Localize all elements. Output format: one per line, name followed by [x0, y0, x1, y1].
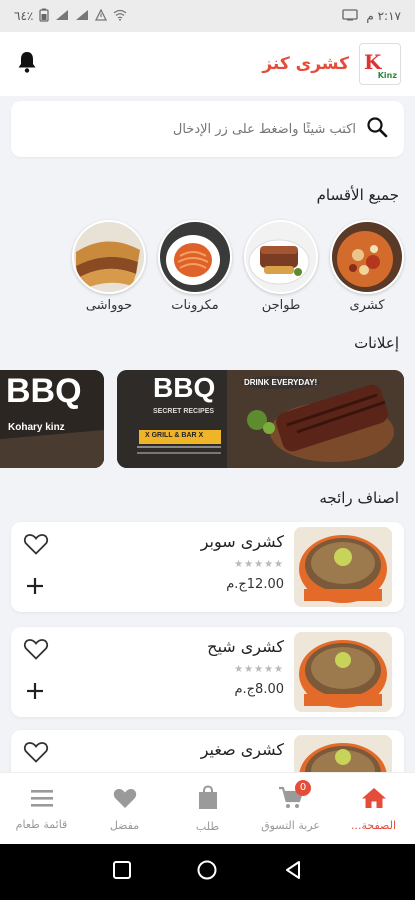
ad1-tagline: DRINK EVERYDAY! [241, 376, 321, 389]
ad2-title: BBQ [6, 372, 82, 410]
popular-title: اصناف رائجه [319, 489, 399, 507]
menu-icon [30, 787, 54, 812]
status-left: ٦٤٪ [14, 8, 127, 25]
ad1-bar: X GRILL & BAR X [145, 432, 204, 439]
category-image [158, 220, 232, 294]
app-logo: K Kinz [359, 43, 401, 85]
category-label: طواجن [261, 298, 301, 313]
add-icon[interactable] [25, 576, 45, 600]
ads-carousel[interactable]: BBQ SECRET RECIPES DRINK EVERYDAY! X GRI… [0, 370, 415, 468]
nav-label: الصفحة... [351, 818, 396, 832]
category-pasta[interactable]: مكرونات [157, 220, 233, 313]
ads-title: إعلانات [354, 334, 399, 352]
nav-cart[interactable]: 0 عربة التسوق [249, 779, 332, 832]
product-image [294, 527, 392, 607]
system-nav-bar [0, 844, 415, 900]
categories-title: جميع الأقسام [316, 186, 399, 204]
product-card[interactable]: كشرى سوبر ★★★★★ 12.00ج.م [11, 522, 404, 612]
product-name: كشرى صغير [200, 740, 284, 759]
heart-icon[interactable] [23, 740, 49, 768]
ad-banner-1[interactable]: BBQ SECRET RECIPES DRINK EVERYDAY! X GRI… [117, 370, 404, 468]
back-icon[interactable] [283, 860, 303, 884]
product-price: 8.00ج.م [234, 682, 284, 697]
category-label: حوواشى [85, 298, 133, 313]
recent-apps-icon[interactable] [112, 860, 132, 884]
app-header: كشرى كنز K Kinz [0, 32, 415, 96]
product-image [294, 632, 392, 712]
signal-icon [55, 9, 69, 24]
categories-row: كشرى طواجن مكرونات حوواشى [71, 220, 405, 313]
nav-label: مفضل [109, 818, 140, 832]
nav-favorites[interactable]: مفضل [83, 786, 166, 832]
home-button-icon[interactable] [196, 859, 218, 885]
wifi-icon [113, 9, 127, 24]
category-hawawshi[interactable]: حوواشى [71, 220, 147, 313]
signal-icon-2 [75, 9, 89, 24]
ad-banner-2[interactable]: BBQ Kohary kinz [0, 370, 104, 468]
cart-badge: 0 [295, 779, 311, 796]
brand: كشرى كنز K Kinz [262, 43, 401, 85]
battery-level: ٦٤٪ [14, 9, 34, 23]
category-image [244, 220, 318, 294]
clock: ٢:١٧ م [366, 9, 401, 23]
heart-icon[interactable] [23, 637, 49, 665]
bell-icon[interactable] [16, 50, 38, 78]
shopping-bag-icon [196, 784, 220, 814]
home-icon [361, 786, 387, 813]
rating-stars: ★★★★★ [234, 559, 284, 570]
product-card[interactable]: كشرى شيح ★★★★★ 8.00ج.م [11, 627, 404, 717]
nav-label: قائمة طعام [15, 817, 68, 831]
search-bar[interactable] [11, 101, 404, 157]
screen-icon [342, 8, 359, 24]
logo-text: Kinz [377, 71, 397, 80]
category-label: كشرى [349, 298, 385, 313]
ad1-title: BBQ [153, 372, 216, 403]
ad1-subtitle: SECRET RECIPES [153, 408, 215, 415]
nav-menu[interactable]: قائمة طعام [0, 787, 83, 831]
heart-icon[interactable] [23, 532, 49, 560]
alert-icon [95, 8, 108, 24]
nav-order[interactable]: طلب [166, 784, 249, 833]
status-right: ٢:١٧ م [342, 8, 401, 24]
battery-icon [39, 8, 49, 25]
nav-home[interactable]: الصفحة... [332, 786, 415, 832]
category-koshary[interactable]: كشرى [329, 220, 405, 313]
category-tawagen[interactable]: طواجن [243, 220, 319, 313]
product-name: كشرى شيح [207, 637, 284, 656]
nav-label: طلب [195, 819, 220, 833]
bottom-nav: الصفحة... 0 عربة التسوق طلب مفضل قائمة ط… [0, 772, 415, 844]
add-icon[interactable] [25, 681, 45, 705]
search-icon[interactable] [366, 116, 388, 142]
product-price: 12.00ج.م [226, 577, 284, 592]
heart-icon [112, 786, 138, 813]
status-bar: ٦٤٪ ٢:١٧ م [0, 0, 415, 32]
category-label: مكرونات [171, 298, 219, 313]
search-input[interactable] [27, 121, 356, 137]
rating-stars: ★★★★★ [234, 664, 284, 675]
category-image [330, 220, 404, 294]
product-name: كشرى سوبر [200, 532, 284, 551]
app-name: كشرى كنز [262, 54, 349, 74]
ad2-subtitle: Kohary kinz [8, 422, 65, 433]
category-image [72, 220, 146, 294]
nav-label: عربة التسوق [261, 818, 320, 832]
